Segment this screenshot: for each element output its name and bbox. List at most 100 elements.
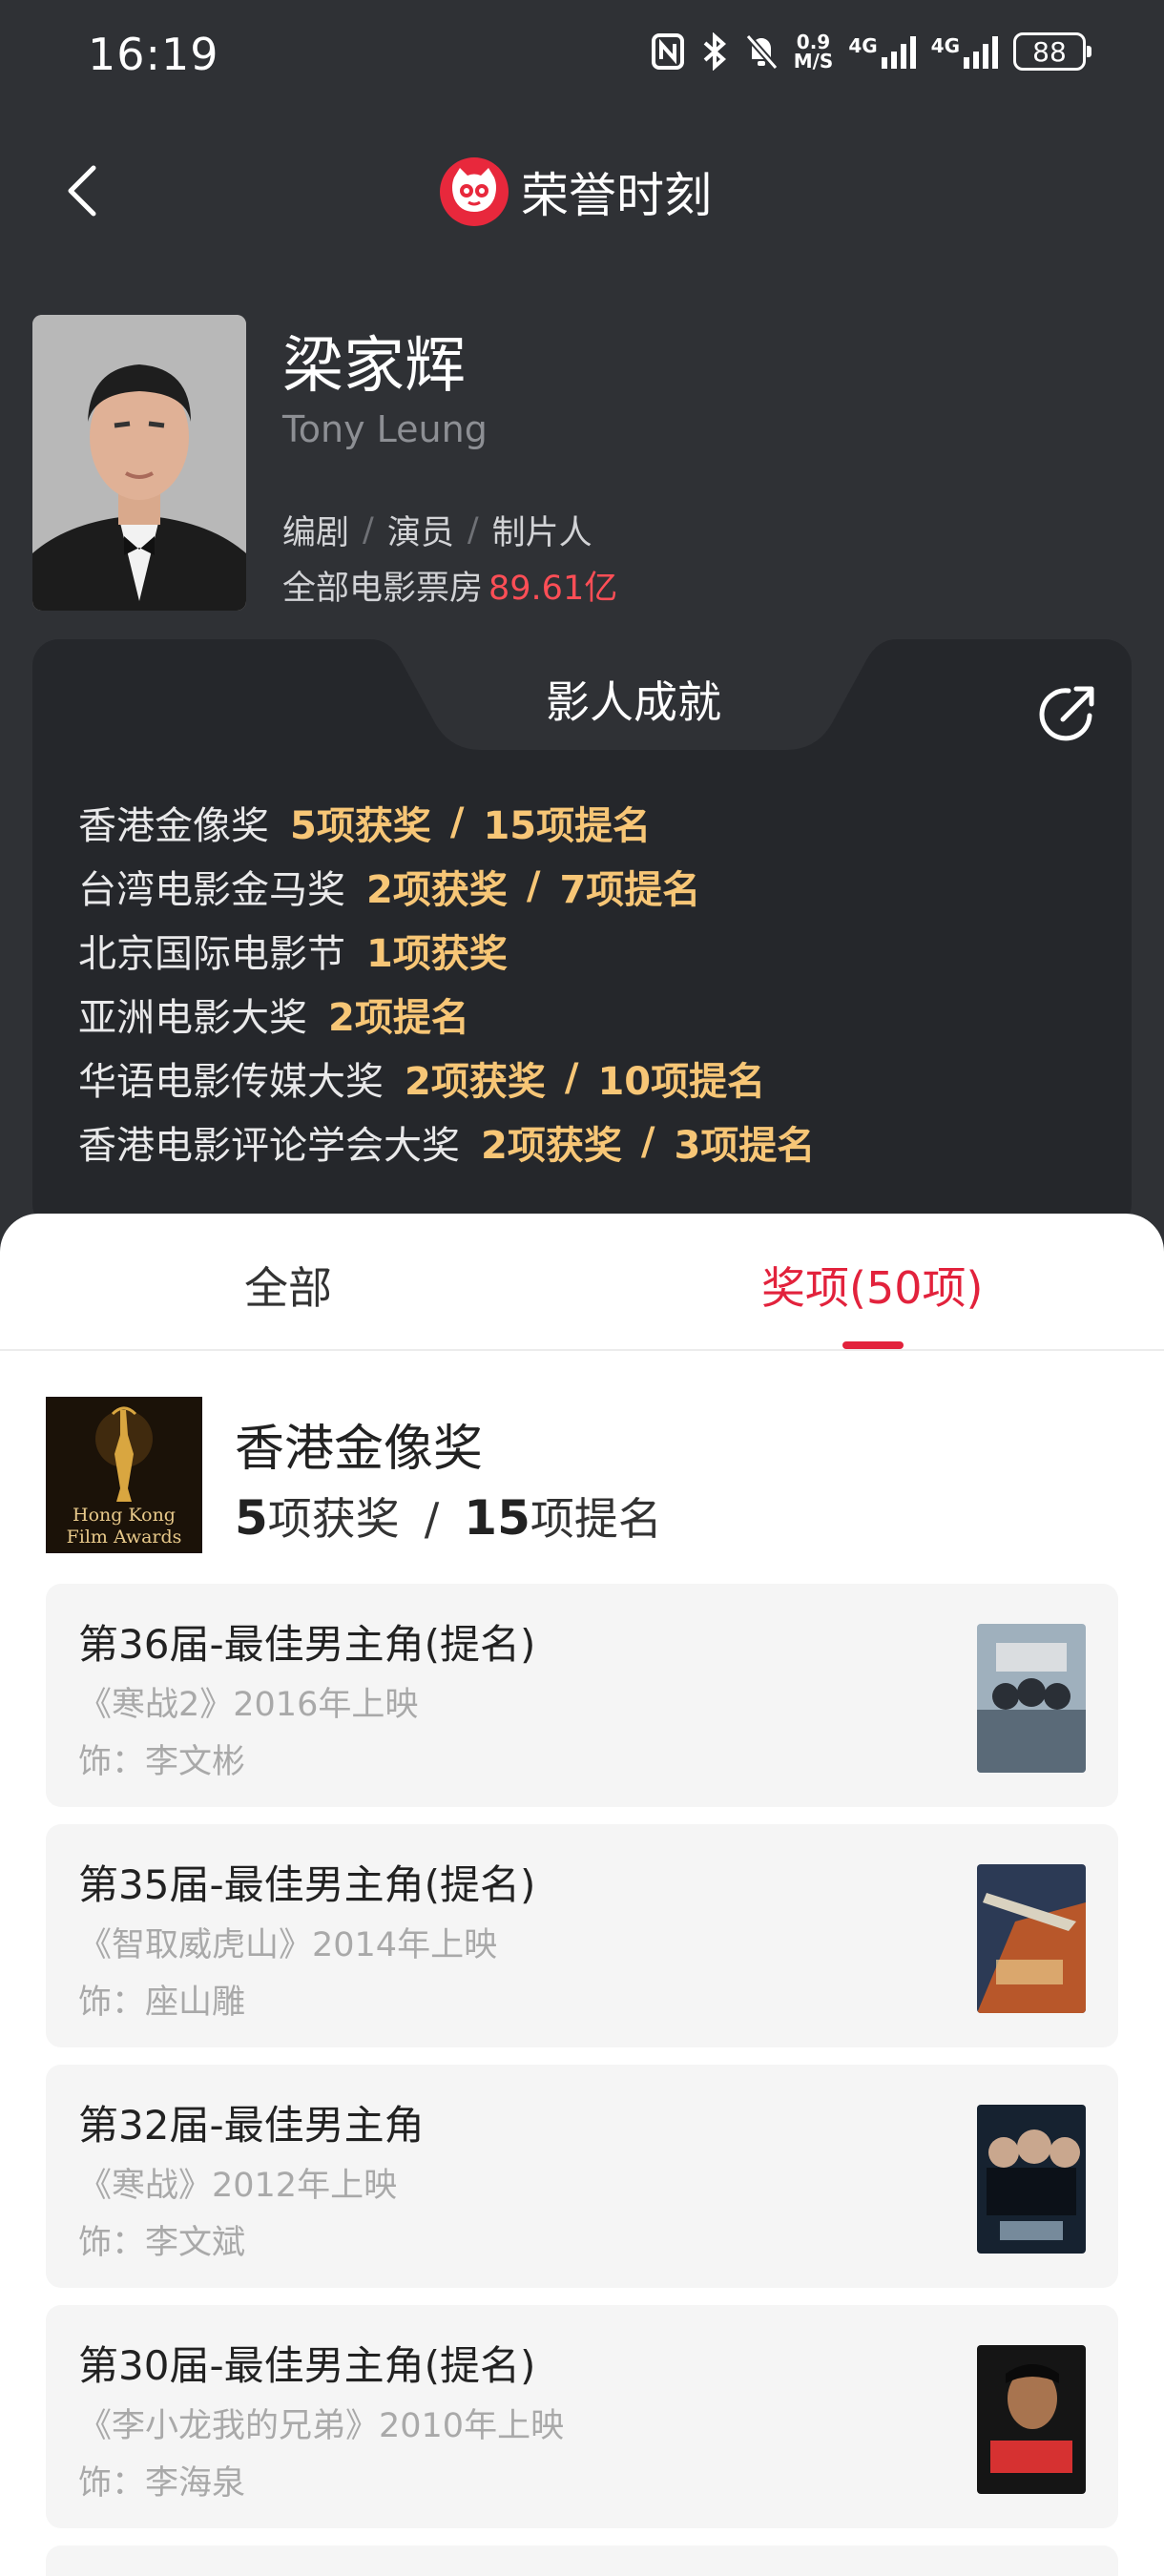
achievements-tab-shape: 影人成就 [347,639,920,752]
net-speed-unit: M/S [793,50,834,73]
actor-english-name: Tony Leung [282,408,488,450]
achievement-name: 台湾电影金马奖 [78,867,345,912]
achievement-wins: 2项获奖 [405,1059,546,1104]
status-time: 16:19 [88,29,219,80]
box-office: 全部电影票房 89.61亿 [282,561,617,610]
achievement-noms: 10项提名 [597,1059,766,1104]
actor-portrait [32,315,246,611]
achievement-separator: / [526,863,541,908]
box-office-label: 全部电影票房 [282,570,484,608]
achievement-noms: 7项提名 [559,867,701,912]
role-label: 演员 [386,514,454,552]
tab-bar: 全部 奖项(50项) [0,1214,1164,1351]
achievement-name: 亚洲电影大奖 [78,995,307,1040]
achievement-row: 台湾电影金马奖 2项获奖 / 7项提名 [78,854,815,918]
entry-role: 饰：李海泉 [78,2464,246,2503]
actor-name: 梁家辉 [282,331,466,402]
header-brand: 荣誉时刻 [439,156,712,227]
achievement-wins: 1项获奖 [366,931,508,976]
battery-level: 88 [1032,35,1067,68]
entry-title: 第36届-最佳男主角(提名) [78,1621,536,1668]
award-noms-label: 项提名 [530,1493,662,1545]
movie-poster [977,1864,1086,2013]
role-separator: / [467,510,479,550]
entry-role: 饰：座山雕 [78,1984,246,2022]
entry-role: 饰：李文斌 [78,2224,246,2262]
award-statue-icon: Hong Kong Film Awards [46,1397,202,1553]
achievement-name: 香港电影评论学会大奖 [78,1123,460,1168]
achievement-wins: 5项获奖 [290,803,431,848]
header-title: 荣誉时刻 [521,168,712,223]
award-entry[interactable]: 第32届-最佳男主角 《寒战》2012年上映 饰：李文斌 [46,2065,1118,2288]
net-speed: 0.9 M/S [794,32,834,71]
status-icons: 0.9 M/S 4G 4G 88 [651,32,1091,71]
actor-roles: 编剧 / 演员 / 制片人 [282,506,592,554]
movie-poster [977,2345,1086,2494]
poster-image [977,1624,1086,1773]
poster-image [977,2345,1086,2494]
entry-movie: 《寒战2》2016年上映 [78,1686,419,1724]
hk-film-awards-logo: Hong Kong Film Awards [46,1397,202,1553]
award-section-header: Hong Kong Film Awards 香港金像奖 5 项获奖 / 15 项… [46,1397,1114,1559]
movie-poster [977,2105,1086,2254]
award-entry-partial[interactable] [46,2545,1118,2576]
achievement-name: 香港金像奖 [78,803,269,848]
entry-title: 第30届-最佳男主角(提名) [78,2342,536,2389]
app-header: 荣誉时刻 [0,134,1164,248]
award-wins-count: 5 [235,1490,268,1546]
share-button[interactable] [1034,679,1101,746]
signal-bars-icon [964,34,998,69]
battery-icon: 88 [1013,32,1091,71]
back-button[interactable] [55,162,113,219]
poster-image [977,1864,1086,2013]
award-logo-text-1: Hong Kong [73,1505,176,1526]
award-entry[interactable]: 第35届-最佳男主角(提名) 《智取威虎山》2014年上映 饰：座山雕 [46,1824,1118,2047]
entry-movie: 《寒战》2012年上映 [78,2167,398,2205]
chevron-left-icon [68,165,96,217]
achievement-noms: 15项提名 [483,803,652,848]
bluetooth-icon [700,32,729,71]
achievement-noms: 2项提名 [328,995,469,1040]
award-logo-text-2: Film Awards [67,1527,182,1548]
achievement-separator: / [449,800,465,844]
achievement-row: 亚洲电影大奖 2项提名 [78,982,815,1046]
mute-bell-icon [744,32,779,71]
signal-1: 4G [848,34,916,69]
award-entry[interactable]: 第30届-最佳男主角(提名) 《李小龙我的兄弟》2010年上映 饰：李海泉 [46,2305,1118,2528]
role-separator: / [363,510,374,550]
achievement-row: 北京国际电影节 1项获奖 [78,918,815,982]
signal-bars-icon [881,34,916,69]
role-label: 制片人 [491,514,592,552]
box-office-value: 89.61亿 [488,570,618,608]
achievement-wins: 2项获奖 [481,1123,622,1168]
awards-sheet: 全部 奖项(50项) Hong Kong Film Awards 香港金像奖 5… [0,1214,1164,2576]
achievement-row: 香港电影评论学会大奖 2项获奖 / 3项提名 [78,1110,815,1174]
net-speed-value: 0.9 [796,31,831,53]
entry-title: 第35届-最佳男主角(提名) [78,1861,536,1908]
entry-role: 饰：李文彬 [78,1743,246,1781]
entry-movie: 《智取威虎山》2014年上映 [78,1926,498,1964]
achievement-name: 北京国际电影节 [78,931,345,976]
poster-image [977,2105,1086,2254]
role-label: 编剧 [282,514,350,552]
movie-poster [977,1624,1086,1773]
achievement-row: 华语电影传媒大奖 2项获奖 / 10项提名 [78,1046,815,1110]
signal-1-label: 4G [848,34,878,57]
tab-all[interactable]: 全部 [244,1254,332,1317]
achievements-list: 香港金像奖 5项获奖 / 15项提名 台湾电影金马奖 2项获奖 / 7项提名 北… [78,790,815,1174]
signal-2-label: 4G [930,34,960,57]
actor-avatar [32,315,246,611]
achievement-separator: / [640,1119,655,1164]
award-noms-count: 15 [464,1490,530,1546]
nfc-icon [651,32,685,71]
achievement-separator: / [564,1055,579,1100]
achievements-title: 影人成就 [546,676,721,728]
award-name: 香港金像奖 [235,1421,484,1478]
award-entry[interactable]: 第36届-最佳男主角(提名) 《寒战2》2016年上映 饰：李文彬 [46,1584,1118,1807]
achievement-row: 香港金像奖 5项获奖 / 15项提名 [78,790,815,854]
achievements-card: 影人成就 香港金像奖 5项获奖 / 15项提名 台湾电影金马奖 2项获奖 / 7… [32,639,1132,1231]
tab-awards[interactable]: 奖项(50项) [761,1254,983,1317]
achievement-noms: 3项提名 [674,1123,816,1168]
maoyan-cat-logo-icon [440,157,509,226]
entry-movie: 《李小龙我的兄弟》2010年上映 [78,2407,565,2445]
